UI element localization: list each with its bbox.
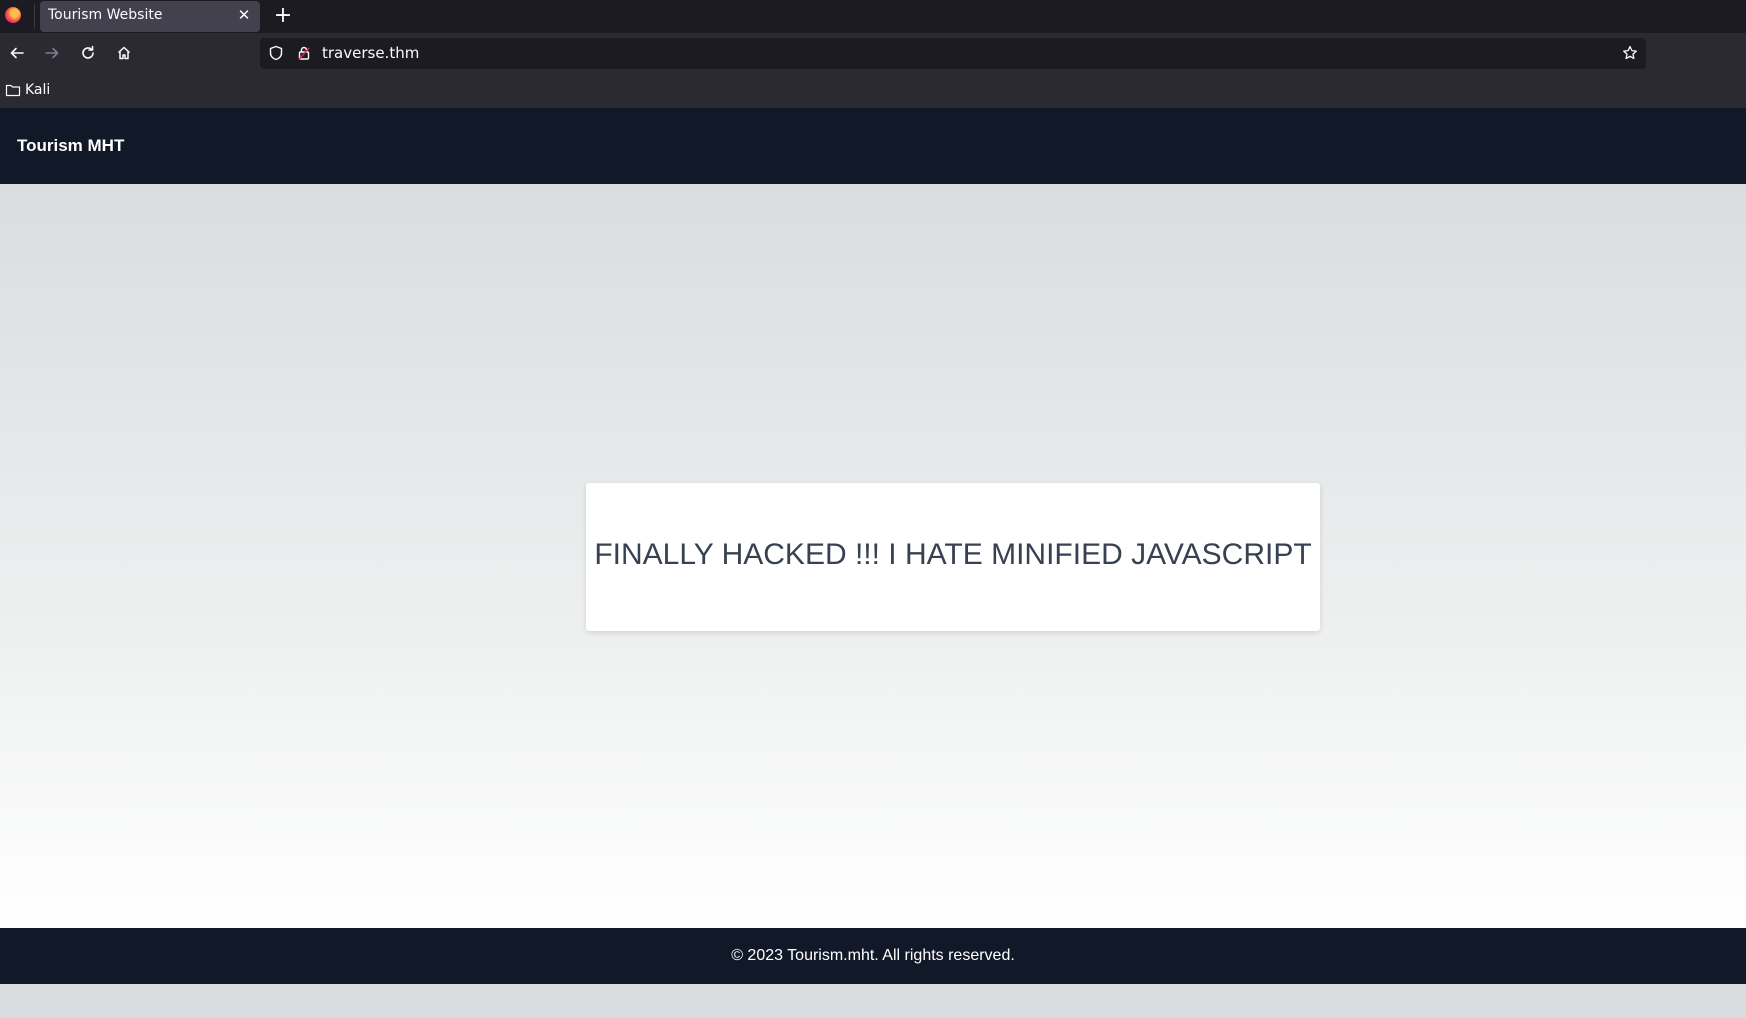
url-bar[interactable]: traverse.thm [260, 38, 1646, 69]
bookmark-label: Kali [25, 82, 51, 98]
page-background [0, 984, 1746, 1018]
bookmarks-toolbar: Kali [0, 74, 1746, 108]
shield-icon[interactable] [268, 45, 284, 65]
navigation-toolbar: traverse.thm [0, 33, 1746, 74]
browser-tab[interactable]: Tourism Website ✕ [40, 1, 260, 32]
site-header: Tourism MHT [0, 108, 1746, 184]
back-arrow-icon[interactable] [4, 40, 30, 66]
footer-copyright: © 2023 Tourism.mht. All rights reserved. [731, 947, 1015, 964]
browser-tab-bar: Tourism Website ✕ + [0, 0, 1746, 33]
message-card: FINALLY HACKED !!! I HATE MINIFIED JAVAS… [586, 483, 1320, 631]
close-icon[interactable]: ✕ [236, 6, 252, 24]
firefox-logo-icon [5, 7, 21, 23]
site-footer: © 2023 Tourism.mht. All rights reserved. [0, 928, 1746, 984]
new-tab-button[interactable]: + [272, 4, 294, 28]
url-text[interactable]: traverse.thm [322, 44, 419, 62]
site-title[interactable]: Tourism MHT [17, 136, 124, 156]
home-icon[interactable] [111, 40, 137, 66]
bookmark-star-icon[interactable] [1622, 45, 1638, 65]
tab-divider [34, 4, 35, 29]
insecure-lock-icon[interactable] [296, 45, 312, 65]
bookmark-kali[interactable]: Kali [5, 82, 50, 98]
reload-icon[interactable] [75, 40, 101, 66]
main-content: FINALLY HACKED !!! I HATE MINIFIED JAVAS… [0, 184, 1746, 928]
folder-icon [5, 84, 21, 97]
tab-title: Tourism Website [48, 7, 163, 23]
hacked-message: FINALLY HACKED !!! I HATE MINIFIED JAVAS… [594, 538, 1312, 571]
forward-arrow-icon[interactable] [39, 40, 65, 66]
